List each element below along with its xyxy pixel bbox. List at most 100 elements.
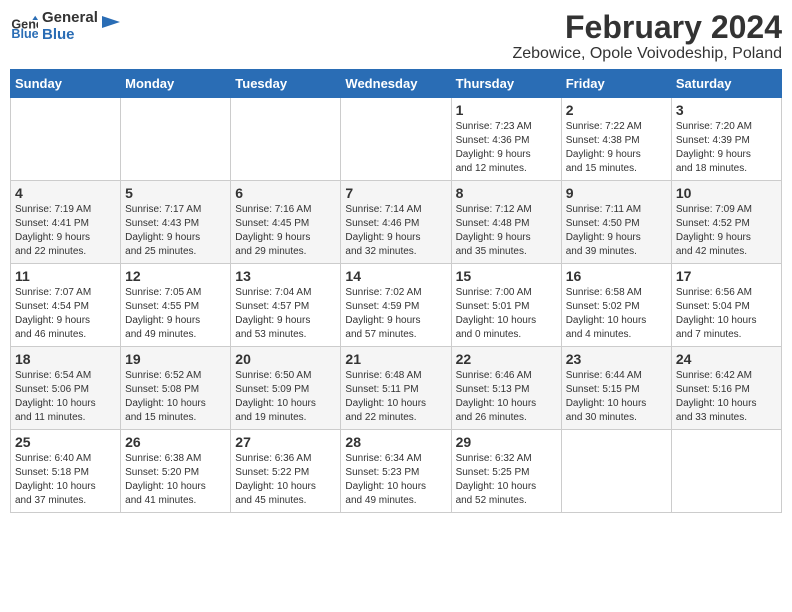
title-section: February 2024 Zebowice, Opole Voivodeshi… <box>512 10 782 63</box>
day-info: Sunrise: 7:02 AM Sunset: 4:59 PM Dayligh… <box>345 286 446 342</box>
page-header: General Blue General Blue February 2024 … <box>10 10 782 63</box>
day-of-week-header: Saturday <box>671 70 781 98</box>
calendar-day-cell: 26 Sunrise: 6:38 AM Sunset: 5:20 PM Dayli… <box>121 430 231 513</box>
day-number: 29 <box>456 434 557 450</box>
day-info: Sunrise: 7:09 AM Sunset: 4:52 PM Dayligh… <box>676 203 777 259</box>
calendar-day-cell: 5Sunrise: 7:17 AM Sunset: 4:43 PM Daylig… <box>121 181 231 264</box>
calendar-header: SundayMondayTuesdayWednesdayThursdayFrid… <box>11 70 782 98</box>
day-number: 4 <box>15 185 116 201</box>
calendar-day-cell: 1 Sunrise: 7:23 AM Sunset: 4:36 PM Daylig… <box>451 98 561 181</box>
calendar-day-cell: 27 Sunrise: 6:36 AM Sunset: 5:22 PM Dayli… <box>231 430 341 513</box>
day-info: Sunrise: 6:44 AM Sunset: 5:15 PM Dayligh… <box>566 369 667 425</box>
day-info: Sunrise: 7:07 AM Sunset: 4:54 PM Dayligh… <box>15 286 116 342</box>
calendar-day-cell <box>561 430 671 513</box>
calendar-day-cell: 25Sunrise: 6:40 AM Sunset: 5:18 PM Dayli… <box>11 430 121 513</box>
calendar-day-cell <box>121 98 231 181</box>
day-number: 23 <box>566 351 667 367</box>
logo: General Blue General Blue <box>10 10 120 43</box>
day-number: 24 <box>676 351 777 367</box>
calendar-day-cell: 14 Sunrise: 7:02 AM Sunset: 4:59 PM Dayli… <box>341 264 451 347</box>
day-number: 6 <box>235 185 336 201</box>
day-number: 28 <box>345 434 446 450</box>
day-number: 3 <box>676 102 777 118</box>
day-info: Sunrise: 7:00 AM Sunset: 5:01 PM Dayligh… <box>456 286 557 342</box>
day-info: Sunrise: 6:48 AM Sunset: 5:11 PM Dayligh… <box>345 369 446 425</box>
calendar-week-row: 1 Sunrise: 7:23 AM Sunset: 4:36 PM Daylig… <box>11 98 782 181</box>
calendar-day-cell: 23 Sunrise: 6:44 AM Sunset: 5:15 PM Dayli… <box>561 347 671 430</box>
day-info: Sunrise: 6:34 AM Sunset: 5:23 PM Dayligh… <box>345 452 446 508</box>
logo-general-text: General <box>42 10 98 27</box>
blue-flag-icon <box>102 16 120 38</box>
day-of-week-header: Wednesday <box>341 70 451 98</box>
day-info: Sunrise: 6:54 AM Sunset: 5:06 PM Dayligh… <box>15 369 116 425</box>
day-number: 1 <box>456 102 557 118</box>
day-number: 22 <box>456 351 557 367</box>
logo-blue-text: Blue <box>42 27 98 44</box>
calendar-week-row: 4 Sunrise: 7:19 AM Sunset: 4:41 PM Daylig… <box>11 181 782 264</box>
logo-icon: General Blue <box>10 13 38 41</box>
calendar-week-row: 18 Sunrise: 6:54 AM Sunset: 5:06 PM Dayli… <box>11 347 782 430</box>
day-number: 11 <box>15 268 116 284</box>
day-number: 20 <box>235 351 336 367</box>
month-year-title: February 2024 <box>512 10 782 45</box>
calendar-day-cell: 21Sunrise: 6:48 AM Sunset: 5:11 PM Dayli… <box>341 347 451 430</box>
calendar-day-cell: 28 Sunrise: 6:34 AM Sunset: 5:23 PM Dayli… <box>341 430 451 513</box>
day-number: 25 <box>15 434 116 450</box>
day-info: Sunrise: 6:56 AM Sunset: 5:04 PM Dayligh… <box>676 286 777 342</box>
calendar-day-cell <box>11 98 121 181</box>
day-info: Sunrise: 6:46 AM Sunset: 5:13 PM Dayligh… <box>456 369 557 425</box>
calendar-day-cell: 6 Sunrise: 7:16 AM Sunset: 4:45 PM Daylig… <box>231 181 341 264</box>
day-number: 9 <box>566 185 667 201</box>
calendar-day-cell: 10 Sunrise: 7:09 AM Sunset: 4:52 PM Dayli… <box>671 181 781 264</box>
day-info: Sunrise: 7:19 AM Sunset: 4:41 PM Dayligh… <box>15 203 116 259</box>
day-info: Sunrise: 6:36 AM Sunset: 5:22 PM Dayligh… <box>235 452 336 508</box>
day-number: 7 <box>345 185 446 201</box>
day-info: Sunrise: 7:11 AM Sunset: 4:50 PM Dayligh… <box>566 203 667 259</box>
day-info: Sunrise: 7:22 AM Sunset: 4:38 PM Dayligh… <box>566 120 667 176</box>
calendar-day-cell: 11 Sunrise: 7:07 AM Sunset: 4:54 PM Dayli… <box>11 264 121 347</box>
day-info: Sunrise: 7:17 AM Sunset: 4:43 PM Dayligh… <box>125 203 226 259</box>
day-info: Sunrise: 7:16 AM Sunset: 4:45 PM Dayligh… <box>235 203 336 259</box>
calendar-day-cell: 12Sunrise: 7:05 AM Sunset: 4:55 PM Dayli… <box>121 264 231 347</box>
day-info: Sunrise: 7:05 AM Sunset: 4:55 PM Dayligh… <box>125 286 226 342</box>
day-info: Sunrise: 6:50 AM Sunset: 5:09 PM Dayligh… <box>235 369 336 425</box>
day-number: 26 <box>125 434 226 450</box>
location-subtitle: Zebowice, Opole Voivodeship, Poland <box>512 45 782 63</box>
calendar-day-cell: 29Sunrise: 6:32 AM Sunset: 5:25 PM Dayli… <box>451 430 561 513</box>
day-of-week-header: Tuesday <box>231 70 341 98</box>
day-of-week-header: Thursday <box>451 70 561 98</box>
day-of-week-header: Friday <box>561 70 671 98</box>
day-info: Sunrise: 6:52 AM Sunset: 5:08 PM Dayligh… <box>125 369 226 425</box>
day-info: Sunrise: 7:14 AM Sunset: 4:46 PM Dayligh… <box>345 203 446 259</box>
calendar-day-cell: 4 Sunrise: 7:19 AM Sunset: 4:41 PM Daylig… <box>11 181 121 264</box>
calendar-day-cell: 20 Sunrise: 6:50 AM Sunset: 5:09 PM Dayli… <box>231 347 341 430</box>
calendar-day-cell: 3Sunrise: 7:20 AM Sunset: 4:39 PM Daylig… <box>671 98 781 181</box>
day-info: Sunrise: 6:38 AM Sunset: 5:20 PM Dayligh… <box>125 452 226 508</box>
calendar-day-cell: 2Sunrise: 7:22 AM Sunset: 4:38 PM Daylig… <box>561 98 671 181</box>
day-number: 27 <box>235 434 336 450</box>
day-info: Sunrise: 7:23 AM Sunset: 4:36 PM Dayligh… <box>456 120 557 176</box>
calendar-body: 1 Sunrise: 7:23 AM Sunset: 4:36 PM Daylig… <box>11 98 782 513</box>
calendar-table: SundayMondayTuesdayWednesdayThursdayFrid… <box>10 69 782 513</box>
day-number: 10 <box>676 185 777 201</box>
day-of-week-header: Monday <box>121 70 231 98</box>
day-info: Sunrise: 7:12 AM Sunset: 4:48 PM Dayligh… <box>456 203 557 259</box>
day-of-week-header: Sunday <box>11 70 121 98</box>
day-info: Sunrise: 7:04 AM Sunset: 4:57 PM Dayligh… <box>235 286 336 342</box>
calendar-day-cell: 13Sunrise: 7:04 AM Sunset: 4:57 PM Dayli… <box>231 264 341 347</box>
calendar-day-cell: 9 Sunrise: 7:11 AM Sunset: 4:50 PM Daylig… <box>561 181 671 264</box>
calendar-day-cell: 16 Sunrise: 6:58 AM Sunset: 5:02 PM Dayli… <box>561 264 671 347</box>
calendar-day-cell: 22 Sunrise: 6:46 AM Sunset: 5:13 PM Dayli… <box>451 347 561 430</box>
day-number: 14 <box>345 268 446 284</box>
day-number: 18 <box>15 351 116 367</box>
day-number: 8 <box>456 185 557 201</box>
day-number: 16 <box>566 268 667 284</box>
header-row: SundayMondayTuesdayWednesdayThursdayFrid… <box>11 70 782 98</box>
calendar-day-cell <box>231 98 341 181</box>
day-number: 15 <box>456 268 557 284</box>
calendar-day-cell <box>671 430 781 513</box>
day-number: 19 <box>125 351 226 367</box>
day-info: Sunrise: 6:58 AM Sunset: 5:02 PM Dayligh… <box>566 286 667 342</box>
day-info: Sunrise: 6:42 AM Sunset: 5:16 PM Dayligh… <box>676 369 777 425</box>
calendar-week-row: 11 Sunrise: 7:07 AM Sunset: 4:54 PM Dayli… <box>11 264 782 347</box>
